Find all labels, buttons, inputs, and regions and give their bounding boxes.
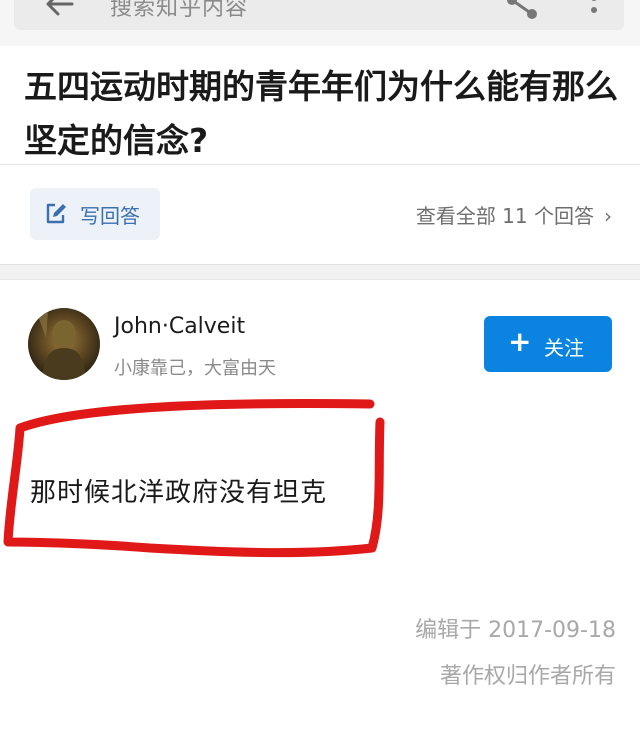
copyright-notice: 著作权归作者所有 [439, 664, 616, 689]
follow-label: 关注 [544, 336, 584, 360]
section-separator [0, 264, 640, 280]
top-bar: 搜索知乎内容 [0, 0, 640, 46]
author-bio: 小康靠己，大富由天 [114, 358, 276, 379]
chevron-right-icon: › [604, 204, 612, 228]
avatar-image [38, 312, 86, 380]
view-all-answers-link[interactable]: 查看全部 11 个回答 › [416, 200, 612, 229]
search-input[interactable]: 搜索知乎内容 [110, 0, 248, 22]
edited-date: 编辑于 2017-09-18 [415, 618, 616, 643]
author-name[interactable]: John·Calveit [114, 314, 245, 339]
view-all-label: 查看全部 11 个回答 [415, 204, 594, 228]
back-arrow-icon[interactable] [42, 0, 76, 22]
write-answer-label: 写回答 [80, 204, 140, 228]
divider [0, 164, 640, 165]
more-icon[interactable] [586, 0, 602, 20]
question-title[interactable]: 五四运动时期的青年年们为什么能有那么坚定的信念? [24, 60, 620, 168]
plus-icon: + [508, 325, 532, 358]
edit-icon [46, 203, 66, 224]
write-answer-button[interactable]: 写回答 [30, 188, 160, 240]
avatar[interactable] [28, 308, 100, 380]
red-annotation-circle [3, 399, 385, 558]
share-icon[interactable] [504, 0, 540, 20]
follow-button[interactable]: + 关注 [484, 316, 612, 372]
